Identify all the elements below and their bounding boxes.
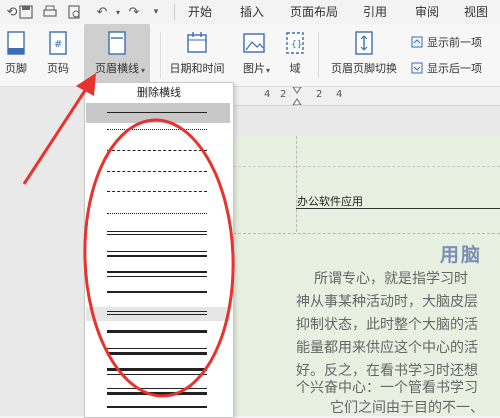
red-circle-annotation [83,118,235,398]
annotation-layer [22,73,235,398]
red-arrow-annotation [22,85,90,185]
red-arrow-head [76,73,96,96]
